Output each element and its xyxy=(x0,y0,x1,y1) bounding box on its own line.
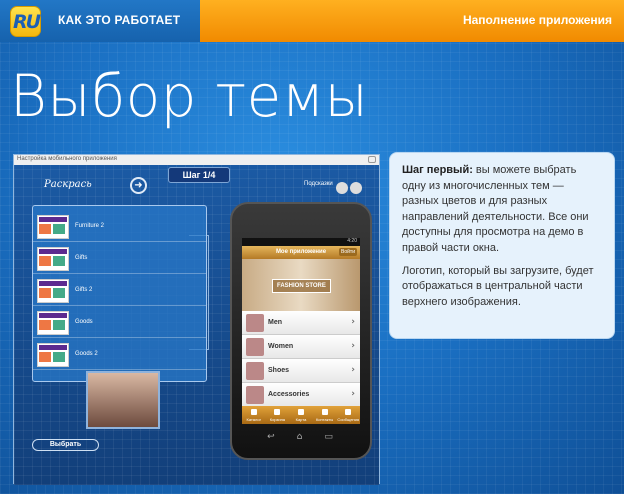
category-thumb xyxy=(246,362,264,380)
theme-thumbnail xyxy=(37,247,69,271)
theme-name: Gifts xyxy=(75,255,88,261)
login-button[interactable]: Войти xyxy=(339,248,357,256)
hint-toggle[interactable] xyxy=(336,179,370,194)
category-item[interactable]: Shoes › xyxy=(242,359,360,383)
category-label: Shoes xyxy=(268,367,290,374)
choose-button[interactable]: Выбрать xyxy=(32,439,99,451)
theme-name: Gifts 2 xyxy=(75,287,93,293)
tab-messages[interactable]: Сообщения xyxy=(336,406,360,424)
store-banner: FASHION STORE xyxy=(242,259,360,311)
banner-text: FASHION STORE xyxy=(272,279,331,293)
section-title[interactable]: Наполнение приложения xyxy=(463,13,612,27)
category-item[interactable]: Men › xyxy=(242,311,360,335)
logo-icon[interactable]: RU xyxy=(10,6,41,37)
tab-bar: Каталог Корзина Карта Контакты Сообщения xyxy=(242,406,360,424)
disc-icon[interactable] xyxy=(350,182,362,194)
color-label: Раскрась xyxy=(44,179,92,190)
theme-thumbnail xyxy=(37,311,69,335)
step-indicator: Шаг 1/4 xyxy=(168,167,230,183)
close-icon[interactable] xyxy=(368,156,376,163)
category-item[interactable]: Accessories › xyxy=(242,383,360,407)
tab-cart[interactable]: Корзина xyxy=(266,406,290,424)
theme-item[interactable]: Furniture 2 xyxy=(33,212,206,242)
chevron-right-icon: › xyxy=(351,365,355,375)
theme-item[interactable]: Goods 2 xyxy=(33,340,206,370)
section-header: Наполнение приложения xyxy=(200,0,624,42)
chevron-right-icon: › xyxy=(351,317,355,327)
category-item[interactable]: Women › xyxy=(242,335,360,359)
theme-list[interactable]: Furniture 2 Gifts Gifts 2 Goods Goods 2 xyxy=(32,205,207,382)
theme-name: Furniture 2 xyxy=(75,223,105,229)
theme-thumbnail xyxy=(37,215,69,239)
page-title: Выбор темы xyxy=(10,62,369,130)
theme-item[interactable]: Goods xyxy=(33,308,206,338)
hints-label: Подсказки xyxy=(304,181,333,187)
info-panel: Шаг первый: вы можете выбрать одну из мн… xyxy=(389,152,615,339)
next-arrow-icon[interactable]: ➜ xyxy=(130,177,147,194)
category-thumb xyxy=(246,314,264,332)
category-thumb xyxy=(246,338,264,356)
phone-screen: 4:20 Мое приложение Войти FASHION STORE … xyxy=(242,238,360,424)
tab-map[interactable]: Карта xyxy=(289,406,313,424)
theme-thumbnail xyxy=(37,279,69,303)
category-thumb xyxy=(246,386,264,404)
app-header: Мое приложение Войти xyxy=(242,246,360,259)
info-logo-text: Логотип, который вы загрузите, будет ото… xyxy=(402,264,594,308)
phone-preview: 4:20 Мое приложение Войти FASHION STORE … xyxy=(230,202,372,460)
phone-nav-keys: ↩⌂▭ xyxy=(267,432,355,442)
tab-catalog[interactable]: Каталог xyxy=(242,406,266,424)
status-bar: 4:20 xyxy=(242,238,360,246)
info-step-title: Шаг первый: xyxy=(402,164,473,176)
info-step-text: вы можете выбрать одну из многочисленных… xyxy=(402,164,589,254)
top-bar-left: RU КАК ЭТО РАБОТАЕТ xyxy=(0,0,200,42)
info-step: Шаг первый: вы можете выбрать одну из мн… xyxy=(402,163,602,257)
logo-text: RU xyxy=(13,11,41,33)
window-title: Настройка мобильного приложения xyxy=(14,155,379,165)
theme-name: Goods xyxy=(75,319,93,325)
category-label: Accessories xyxy=(268,391,310,398)
chevron-right-icon: › xyxy=(351,341,355,351)
bulb-icon[interactable] xyxy=(336,182,348,194)
theme-thumbnail xyxy=(37,343,69,367)
theme-item[interactable]: Gifts 2 xyxy=(33,276,206,306)
category-label: Men xyxy=(268,319,282,326)
top-bar: RU КАК ЭТО РАБОТАЕТ Наполнение приложени… xyxy=(0,0,624,42)
theme-name: Goods 2 xyxy=(75,351,98,357)
chevron-right-icon: › xyxy=(351,389,355,399)
model-photo xyxy=(86,371,160,429)
app-title: Мое приложение xyxy=(275,249,327,255)
theme-item[interactable]: Gifts xyxy=(33,244,206,274)
category-label: Women xyxy=(268,343,294,350)
tab-contacts[interactable]: Контакты xyxy=(313,406,337,424)
how-it-works-link[interactable]: КАК ЭТО РАБОТАЕТ xyxy=(58,13,180,27)
